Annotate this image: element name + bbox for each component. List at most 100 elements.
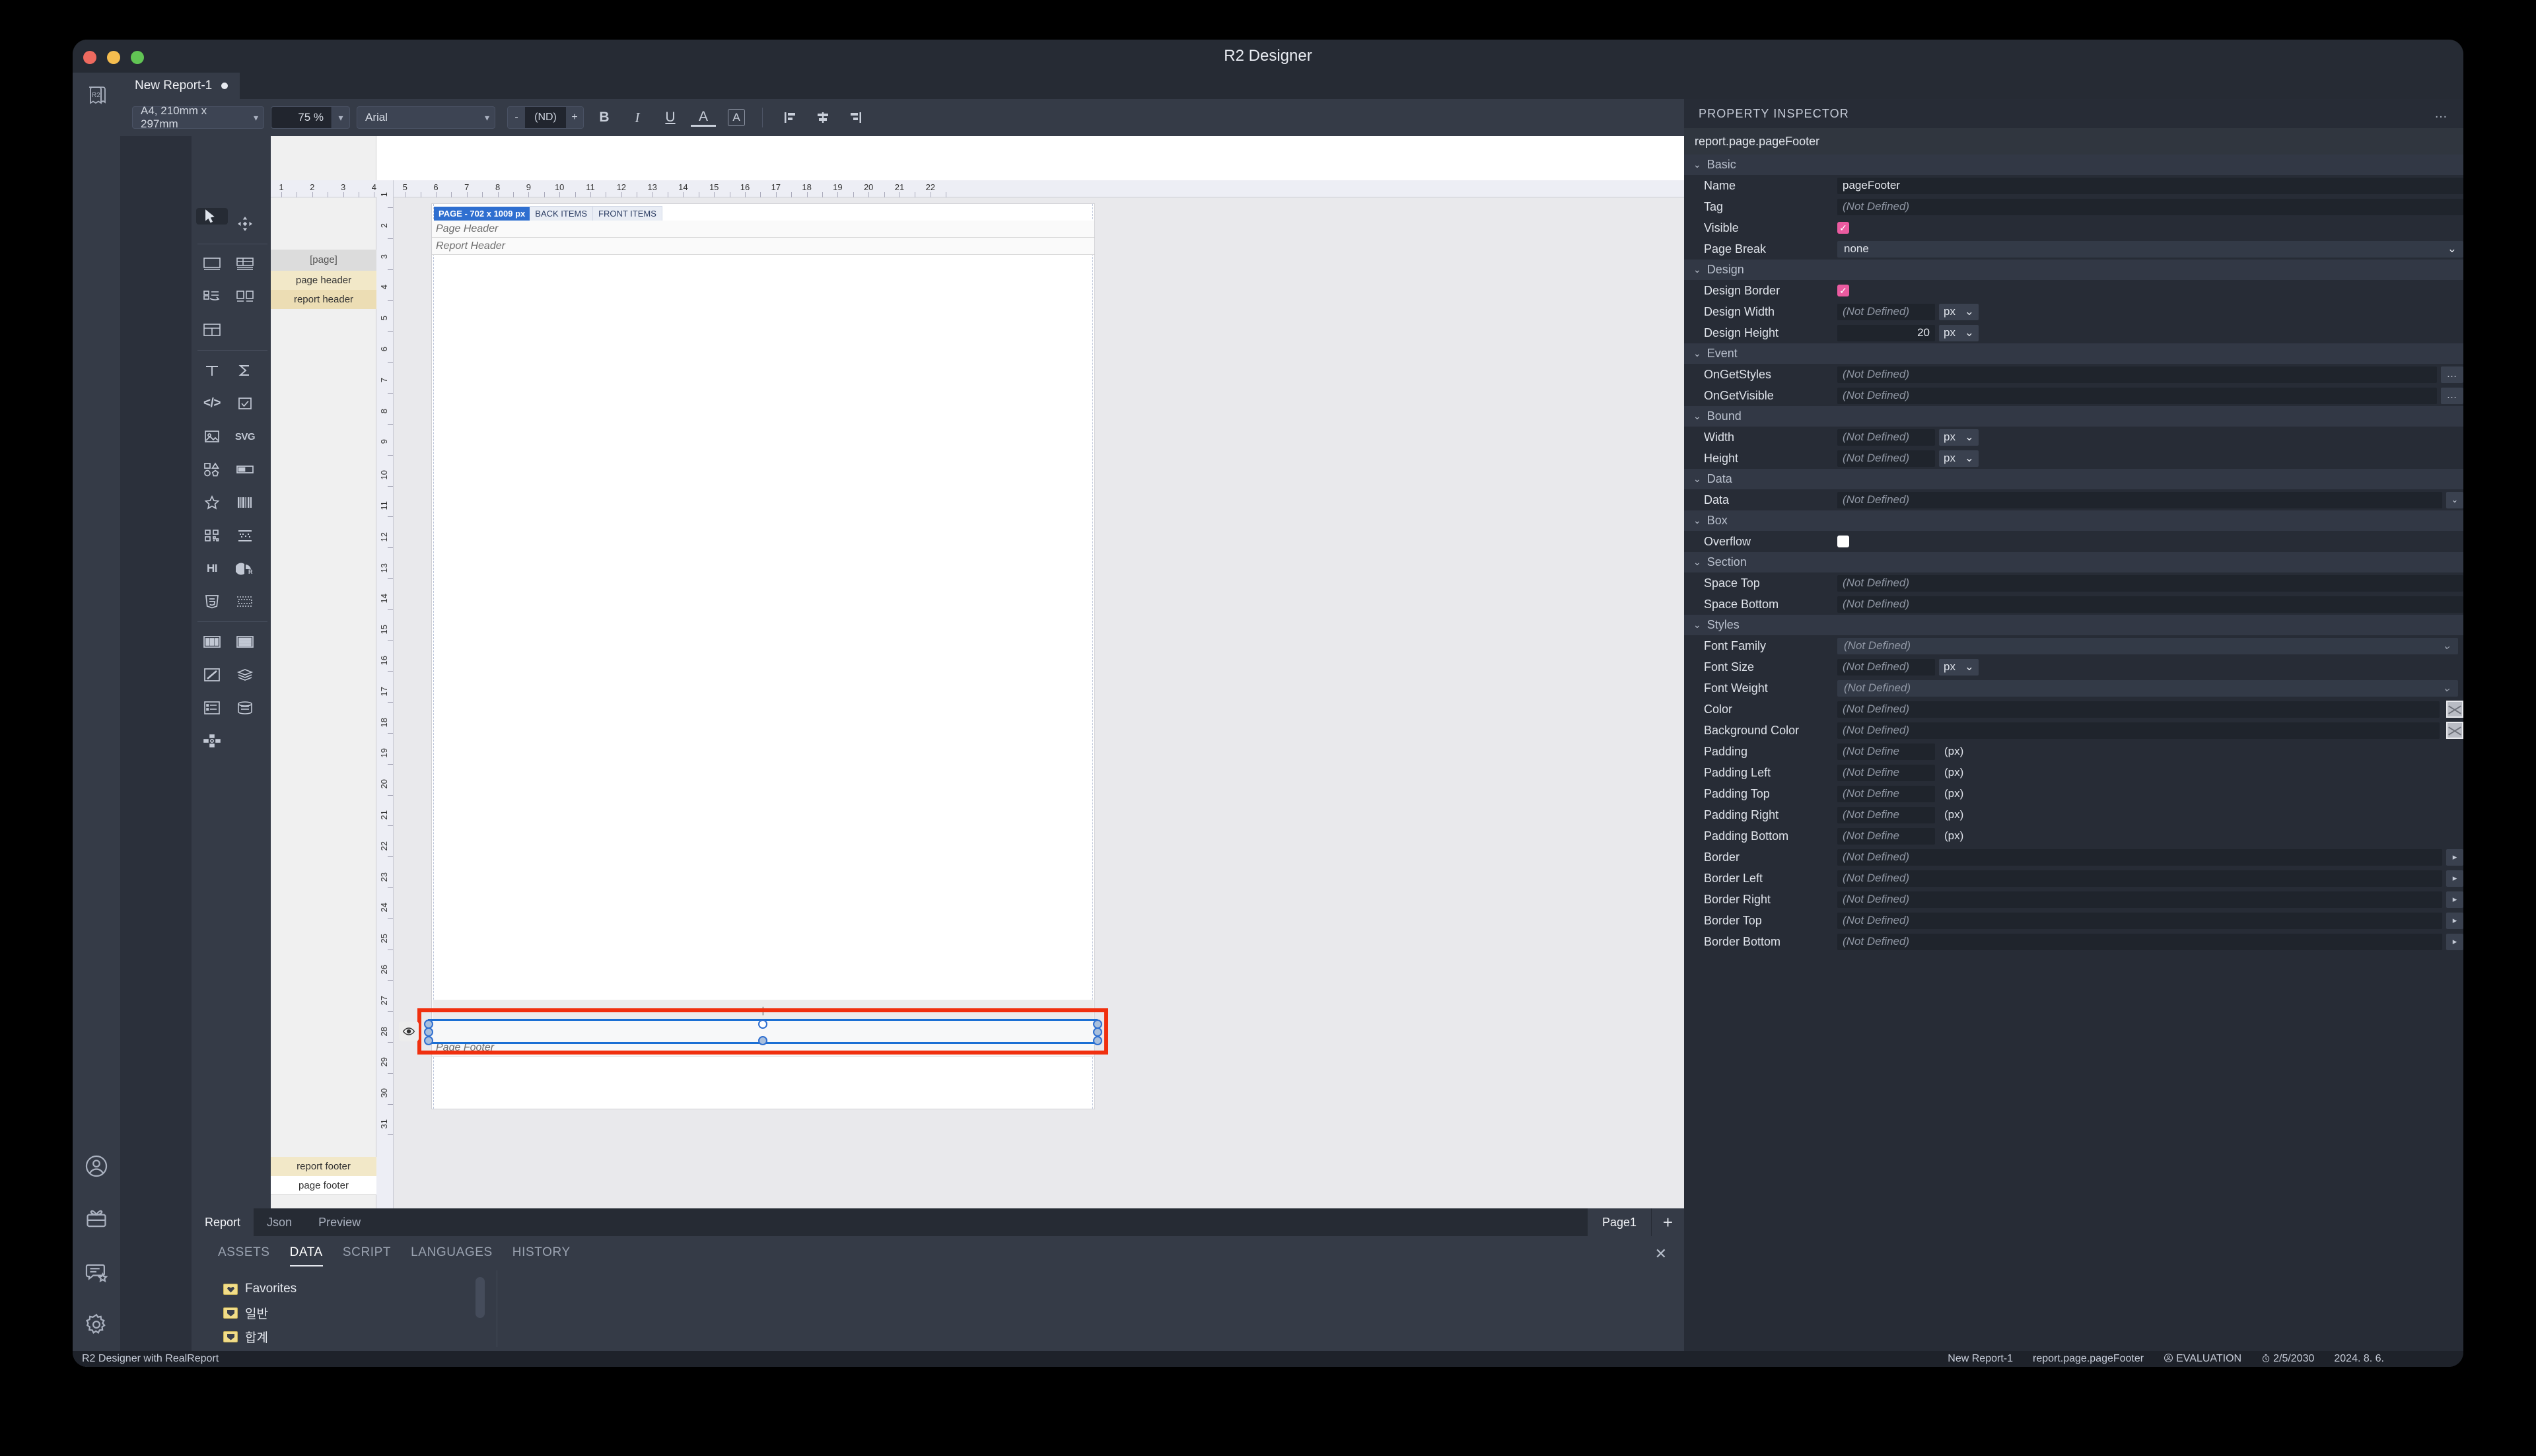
maximize-window-button[interactable]: [131, 51, 144, 64]
property-group-design[interactable]: ⌄ Design: [1684, 260, 2463, 280]
property-dropdown-button-data[interactable]: ⌄: [2446, 491, 2463, 508]
bold-button[interactable]: B: [592, 105, 617, 130]
settings-gear-icon[interactable]: [73, 1298, 120, 1351]
align-top-button[interactable]: [777, 105, 802, 130]
hi-chart-icon[interactable]: HI: [196, 553, 228, 584]
property-checkbox-design-border[interactable]: ✓: [1837, 285, 1849, 296]
dotmatrix-icon[interactable]: [229, 520, 261, 551]
font-size-increase-button[interactable]: +: [566, 107, 583, 128]
property-input-space-bottom[interactable]: (Not Defined): [1837, 596, 2463, 613]
window-controls[interactable]: [83, 51, 144, 64]
data-panel-tab-history[interactable]: HISTORY: [512, 1245, 571, 1266]
report-page-sheet[interactable]: PAGE - 702 x 1009 px BACK ITEMS FRONT IT…: [432, 204, 1094, 1109]
progress-bar-icon[interactable]: [229, 454, 261, 485]
realchart-icon[interactable]: R: [229, 553, 261, 584]
close-window-button[interactable]: [83, 51, 96, 64]
resize-handle-bottom-right[interactable]: [1093, 1036, 1102, 1045]
property-group-bound[interactable]: ⌄ Bound: [1684, 406, 2463, 427]
layers-icon[interactable]: [229, 659, 261, 691]
star-rating-icon[interactable]: [196, 487, 228, 518]
section-label-report-header[interactable]: report header: [271, 290, 376, 309]
property-input-space-top[interactable]: (Not Defined): [1837, 574, 2463, 592]
property-select-page-break[interactable]: none ⌄: [1837, 240, 2463, 258]
data-panel-tab-data[interactable]: DATA: [289, 1245, 323, 1266]
property-input-font-size[interactable]: (Not Defined): [1837, 658, 1935, 676]
close-panel-button[interactable]: ✕: [1655, 1245, 1667, 1263]
property-expand-button-border-right[interactable]: ▸: [2446, 891, 2463, 908]
resize-handle-top-center[interactable]: [758, 1020, 767, 1029]
color-swatch-color[interactable]: [2446, 701, 2463, 718]
grid-container-icon[interactable]: [196, 314, 228, 346]
property-unit-select-design-height[interactable]: px ⌄: [1939, 324, 1979, 341]
front-items-tab[interactable]: FRONT ITEMS: [593, 206, 662, 221]
property-group-event[interactable]: ⌄ Event: [1684, 343, 2463, 364]
italic-button[interactable]: I: [625, 105, 650, 130]
split-container-icon[interactable]: [229, 281, 261, 313]
image-item-icon[interactable]: [196, 421, 228, 452]
property-select-font-family[interactable]: (Not Defined) ⌄: [1837, 637, 2458, 654]
font-family-select[interactable]: Arial ▾: [357, 106, 495, 129]
band-page-header[interactable]: Page Header: [432, 221, 1094, 238]
property-input-background-color[interactable]: (Not Defined): [1837, 722, 2440, 739]
property-edit-button-ongetstyles[interactable]: …: [2441, 366, 2463, 383]
font-size-stepper[interactable]: - (ND) +: [507, 106, 584, 129]
back-items-tab[interactable]: BACK ITEMS: [530, 206, 594, 221]
property-inspector-body[interactable]: ⌄ Basic Name pageFooter Tag (Not Defined) Visi…: [1684, 155, 2463, 1351]
resize-handle-bottom-left[interactable]: [424, 1036, 433, 1045]
property-checkbox-overflow[interactable]: [1837, 536, 1849, 547]
shape-item-icon[interactable]: [196, 454, 228, 485]
tree-item[interactable]: Favorites: [223, 1277, 297, 1301]
feedback-star-icon[interactable]: [73, 1245, 120, 1298]
data-panel-tab-languages[interactable]: LANGUAGES: [411, 1245, 493, 1266]
property-group-box[interactable]: ⌄ Box: [1684, 510, 2463, 531]
property-input-design-width[interactable]: (Not Defined): [1837, 303, 1935, 320]
font-size-decrease-button[interactable]: -: [508, 107, 525, 128]
data-tree-scrollbar[interactable]: [476, 1277, 485, 1318]
gift-icon[interactable]: [73, 1193, 120, 1245]
property-input-ongetstyles[interactable]: (Not Defined): [1837, 366, 2437, 383]
zoom-input[interactable]: 75 %: [271, 106, 332, 129]
view-tab-report[interactable]: Report: [192, 1208, 254, 1236]
property-input-name[interactable]: pageFooter: [1837, 177, 2463, 194]
sum-field-icon[interactable]: [229, 355, 261, 386]
property-input-padding-bottom[interactable]: (Not Define: [1837, 827, 1935, 845]
property-input-padding-right[interactable]: (Not Define: [1837, 806, 1935, 823]
color-swatch-background-color[interactable]: [2446, 722, 2463, 739]
property-group-styles[interactable]: ⌄ Styles: [1684, 615, 2463, 635]
section-label-report-footer[interactable]: report footer: [271, 1157, 376, 1176]
visibility-eye-icon[interactable]: [399, 1022, 419, 1041]
data-panel-tab-assets[interactable]: ASSETS: [218, 1245, 270, 1266]
add-page-button[interactable]: +: [1651, 1208, 1684, 1236]
font-color-button[interactable]: A: [691, 108, 716, 127]
property-group-basic[interactable]: ⌄ Basic: [1684, 155, 2463, 175]
band-report-header[interactable]: Report Header: [432, 238, 1094, 255]
property-input-padding-left[interactable]: (Not Define: [1837, 764, 1935, 781]
view-tab-json[interactable]: Json: [254, 1208, 305, 1236]
paper-size-select[interactable]: A4, 210mm x 297mm ▾: [132, 104, 264, 130]
property-input-design-height[interactable]: 20: [1837, 324, 1935, 341]
property-input-height[interactable]: (Not Defined): [1837, 450, 1935, 467]
zoom-dropdown-button[interactable]: ▾: [332, 106, 350, 129]
move-tool-icon[interactable]: [229, 208, 261, 240]
property-input-border-right[interactable]: (Not Defined): [1837, 891, 2442, 908]
html-code-icon[interactable]: </>: [196, 388, 228, 419]
property-input-padding-top[interactable]: (Not Define: [1837, 785, 1935, 802]
anchor-layout-icon[interactable]: [196, 725, 228, 757]
property-checkbox-visible[interactable]: ✓: [1837, 222, 1849, 234]
r2-logo-icon[interactable]: R2: [73, 73, 120, 119]
dashed-band-icon[interactable]: [229, 586, 261, 617]
property-expand-button-border-bottom[interactable]: ▸: [2446, 933, 2463, 950]
property-input-data[interactable]: (Not Defined): [1837, 491, 2442, 508]
property-input-width[interactable]: (Not Defined): [1837, 429, 1935, 446]
property-unit-select-design-width[interactable]: px ⌄: [1939, 303, 1979, 320]
page-tab-page1[interactable]: Page1: [1586, 1208, 1651, 1236]
property-input-border[interactable]: (Not Defined): [1837, 849, 2442, 866]
property-group-section[interactable]: ⌄ Section: [1684, 552, 2463, 572]
flow-container-icon[interactable]: [196, 281, 228, 313]
view-tab-preview[interactable]: Preview: [305, 1208, 374, 1236]
property-unit-select-width[interactable]: px ⌄: [1939, 429, 1979, 446]
section-label-page-footer[interactable]: page footer: [271, 1176, 376, 1195]
property-input-border-top[interactable]: (Not Defined): [1837, 912, 2442, 929]
property-expand-button-border-left[interactable]: ▸: [2446, 870, 2463, 887]
tree-item[interactable]: 일반: [223, 1301, 297, 1325]
